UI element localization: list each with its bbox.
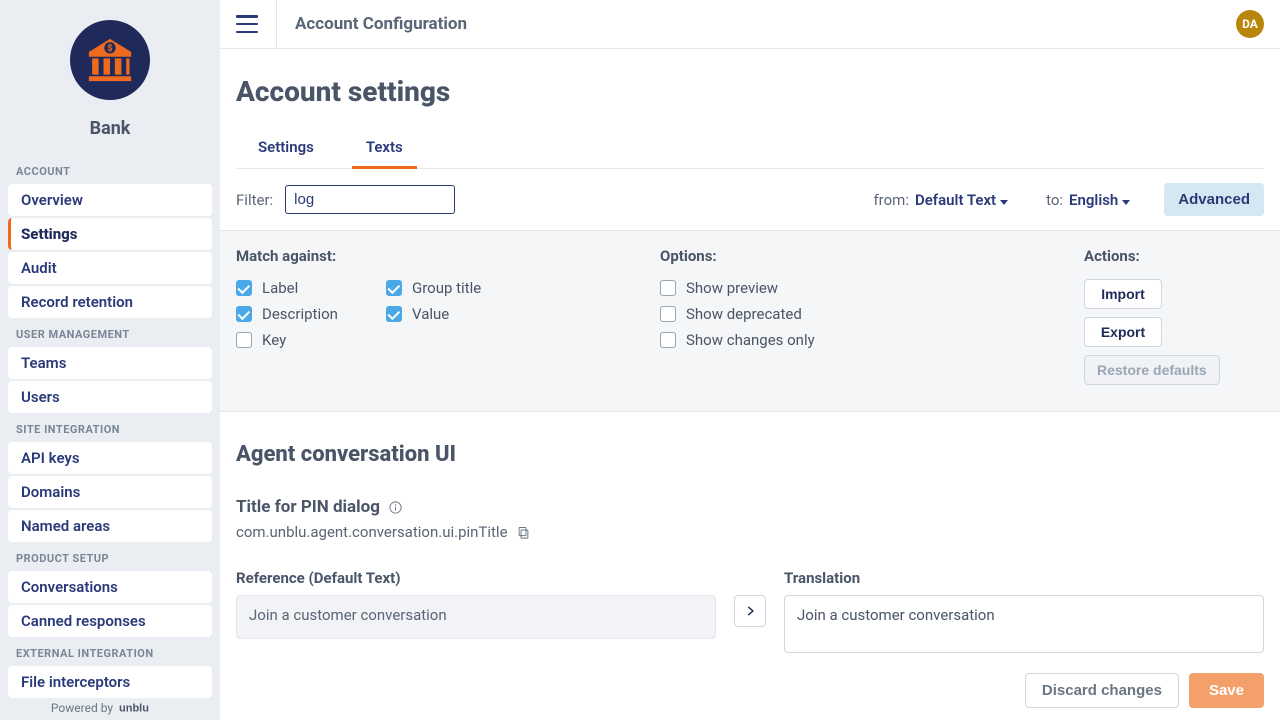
check-show-changes-only[interactable]: Show changes only	[660, 331, 900, 349]
sidebar: $ Bank ACCOUNT Overview Settings Audit R…	[0, 0, 220, 720]
svg-text:$: $	[107, 43, 112, 54]
match-heading: Match against:	[236, 247, 620, 265]
tab-texts[interactable]: Texts	[352, 130, 417, 168]
check-show-preview[interactable]: Show preview	[660, 279, 900, 297]
nav-conversations[interactable]: Conversations	[8, 571, 212, 603]
nav-file-interceptors[interactable]: File interceptors	[8, 666, 212, 698]
chevron-down-icon	[1000, 200, 1008, 205]
from-value: Default Text	[915, 191, 996, 209]
actions-heading: Actions:	[1084, 247, 1264, 265]
import-button[interactable]: Import	[1084, 279, 1162, 309]
nav-settings[interactable]: Settings	[8, 218, 212, 250]
nav-group-account: ACCOUNT	[8, 157, 212, 184]
translation-label: Translation	[784, 569, 1264, 587]
nav-overview[interactable]: Overview	[8, 184, 212, 216]
reference-label: Reference (Default Text)	[236, 569, 716, 587]
main: Account Configuration DA Account setting…	[220, 0, 1280, 720]
to-select[interactable]: to: English	[1046, 191, 1130, 209]
reference-value: Join a customer conversation	[236, 595, 716, 639]
tabs: Settings Texts	[236, 130, 1264, 169]
options-row: Match against: Label Group title Descrip…	[220, 231, 1280, 412]
field-title: Title for PIN dialog	[236, 497, 380, 517]
brand-name: Bank	[90, 118, 131, 139]
chevron-down-icon	[1122, 200, 1130, 205]
powered-by-label: Powered by	[51, 701, 113, 715]
check-group-title[interactable]: Group title	[386, 279, 526, 297]
nav-canned-responses[interactable]: Canned responses	[8, 605, 212, 637]
copy-icon[interactable]	[516, 525, 531, 540]
user-avatar[interactable]: DA	[1236, 10, 1264, 38]
check-value[interactable]: Value	[386, 305, 526, 323]
page-title: Account settings	[236, 75, 1264, 108]
nav-domains[interactable]: Domains	[8, 476, 212, 508]
chevron-right-icon	[743, 604, 757, 618]
section-title: Agent conversation UI	[236, 442, 1264, 467]
restore-defaults-button[interactable]: Restore defaults	[1084, 355, 1220, 385]
nav-users[interactable]: Users	[8, 381, 212, 413]
footer-actions: Discard changes Save	[220, 661, 1280, 720]
to-value: English	[1069, 191, 1118, 209]
section-agent-conversation-ui: Agent conversation UI Title for PIN dial…	[220, 412, 1280, 657]
check-key[interactable]: Key	[236, 331, 376, 349]
topbar: Account Configuration DA	[220, 0, 1280, 49]
advanced-button[interactable]: Advanced	[1164, 183, 1264, 216]
field-key: com.unblu.agent.conversation.ui.pinTitle	[236, 523, 508, 541]
nav-group-product-setup: PRODUCT SETUP	[8, 544, 212, 571]
tab-settings[interactable]: Settings	[244, 130, 328, 168]
nav-api-keys[interactable]: API keys	[8, 442, 212, 474]
nav-record-retention[interactable]: Record retention	[8, 286, 212, 318]
menu-toggle-icon[interactable]	[236, 15, 258, 33]
nav-group-site-integration: SITE INTEGRATION	[8, 415, 212, 442]
sidebar-nav: ACCOUNT Overview Settings Audit Record r…	[0, 139, 220, 720]
export-button[interactable]: Export	[1084, 317, 1162, 347]
to-label: to:	[1046, 191, 1063, 209]
from-label: from:	[873, 191, 909, 209]
save-button[interactable]: Save	[1189, 673, 1264, 708]
check-label[interactable]: Label	[236, 279, 376, 297]
info-icon[interactable]	[388, 500, 403, 515]
powered-by: Powered by unblu	[0, 700, 220, 716]
nav-group-user-management: USER MANAGEMENT	[8, 320, 212, 347]
translation-input[interactable]	[784, 595, 1264, 653]
discard-changes-button[interactable]: Discard changes	[1025, 673, 1179, 708]
filter-input[interactable]	[285, 185, 455, 214]
nav-group-external-integration: EXTERNAL INTEGRATION	[8, 639, 212, 666]
unblu-logo-icon: unblu	[119, 700, 169, 716]
filter-row: Filter: from: Default Text to: English A…	[220, 169, 1280, 231]
copy-to-translation-button[interactable]	[734, 595, 766, 627]
topbar-title: Account Configuration	[295, 14, 467, 34]
nav-named-areas[interactable]: Named areas	[8, 510, 212, 542]
filter-label: Filter:	[236, 191, 273, 209]
nav-teams[interactable]: Teams	[8, 347, 212, 379]
options-heading: Options:	[660, 247, 1044, 265]
check-description[interactable]: Description	[236, 305, 376, 323]
nav-audit[interactable]: Audit	[8, 252, 212, 284]
from-select[interactable]: from: Default Text	[873, 191, 1008, 209]
check-show-deprecated[interactable]: Show deprecated	[660, 305, 900, 323]
svg-text:unblu: unblu	[119, 703, 149, 715]
brand-logo: $	[70, 20, 150, 100]
